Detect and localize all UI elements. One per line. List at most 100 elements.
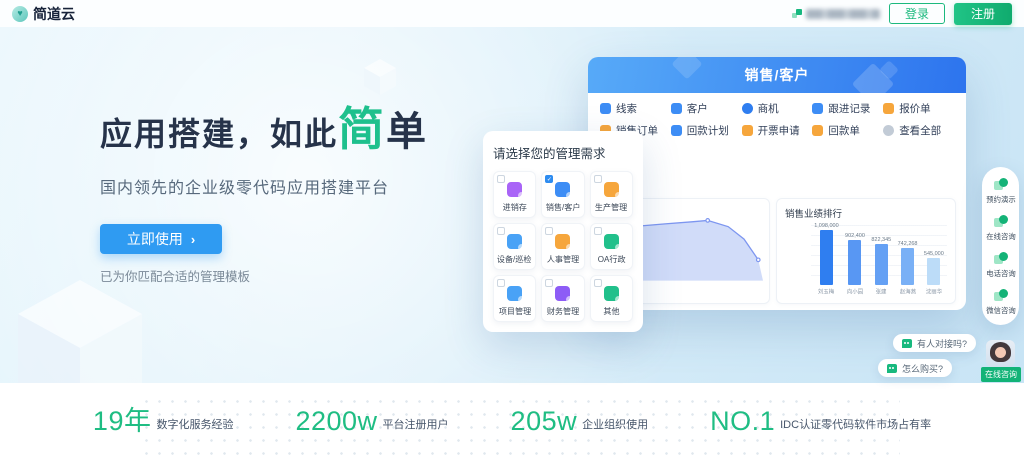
logo-text: 简道云 bbox=[33, 4, 75, 24]
chat-icon bbox=[902, 339, 912, 348]
bar-column: 742,268赵海燕 bbox=[898, 241, 918, 294]
cube-decoration bbox=[362, 57, 398, 97]
key-stat-number: 19年 bbox=[93, 407, 152, 435]
chat-bubble[interactable]: 有人对接吗? bbox=[893, 334, 976, 352]
need-tile[interactable]: 财务管理 bbox=[541, 275, 584, 322]
wechat-icon bbox=[994, 289, 1008, 302]
dashboard-menu-item[interactable]: 客户 bbox=[671, 101, 742, 116]
bar bbox=[820, 230, 833, 285]
bar-value-label: 545,000 bbox=[924, 251, 944, 257]
dashboard-menu-item[interactable]: 回款单 bbox=[812, 123, 883, 138]
hero-copy: 应用搭建，如此简单 国内领先的企业级零代码应用搭建平台 立即使用 › 已为你匹配… bbox=[100, 105, 428, 285]
tile-checkbox[interactable] bbox=[545, 279, 553, 287]
tile-checkbox[interactable] bbox=[545, 175, 553, 183]
bar-chart-card: 销售业绩排行 1,098,000刘玉梅902,400向小园822,345张建74… bbox=[776, 198, 956, 304]
need-tile[interactable]: 项目管理 bbox=[493, 275, 536, 322]
menu-item-label: 回款单 bbox=[828, 123, 860, 138]
tile-checkbox[interactable] bbox=[594, 227, 602, 235]
contact-item[interactable]: 微信咨询 bbox=[985, 289, 1017, 316]
bar-column: 1,098,000刘玉梅 bbox=[814, 223, 838, 294]
contact-item[interactable]: 电话咨询 bbox=[985, 252, 1017, 279]
tile-label: 生产管理 bbox=[595, 201, 627, 212]
key-stat-label: 数字化服务经验 bbox=[156, 416, 233, 435]
support-avatar[interactable] bbox=[986, 340, 1015, 367]
key-stat-label: 企业组织使用 bbox=[582, 416, 648, 435]
need-tile[interactable]: 设备/巡检 bbox=[493, 223, 536, 270]
bar-category-label: 赵海燕 bbox=[899, 287, 915, 293]
bar bbox=[901, 248, 914, 285]
contact-item-label: 预约演示 bbox=[986, 194, 1015, 204]
dashboard-menu-item[interactable]: 报价单 bbox=[883, 101, 954, 116]
tile-checkbox[interactable] bbox=[497, 175, 505, 183]
chat-bubble[interactable]: 怎么购买? bbox=[878, 359, 952, 377]
key-stat-number: 2200w bbox=[295, 407, 377, 435]
hero-subtitle: 国内领先的企业级零代码应用搭建平台 bbox=[100, 174, 428, 198]
phone-call-icon bbox=[994, 252, 1008, 265]
need-tile[interactable]: OA行政 bbox=[590, 223, 633, 270]
dashboard-charts: 销售业绩排行 1,098,000刘玉梅902,400向小园822,345张建74… bbox=[588, 198, 966, 304]
dashboard-menu-item[interactable]: 线索 bbox=[600, 101, 671, 116]
opportunity-icon bbox=[742, 103, 753, 114]
contact-item[interactable]: 在线咨询 bbox=[985, 215, 1017, 242]
hero-title-highlight: 简 bbox=[338, 103, 386, 155]
tile-label: 其他 bbox=[603, 305, 619, 316]
stats-row: 19年 数字化服务经验 2200w 平台注册用户 205w 企业组织使用 NO.… bbox=[0, 407, 1024, 435]
tile-label: 进销存 bbox=[503, 201, 527, 212]
menu-item-label: 跟进记录 bbox=[828, 101, 870, 116]
key-stat: 205w 企业组织使用 bbox=[511, 407, 649, 435]
menu-item-label: 回款计划 bbox=[687, 123, 729, 138]
need-tile[interactable]: 其他 bbox=[590, 275, 633, 322]
hero-note: 已为你匹配合适的管理模板 bbox=[100, 266, 428, 285]
followup-record-icon bbox=[812, 103, 823, 114]
bar-column: 822,345张建 bbox=[871, 237, 891, 294]
top-nav: ♥ 简道云 登录 注册 bbox=[0, 0, 1024, 27]
stat-card-label: 成单数 bbox=[751, 152, 804, 164]
dashboard-menu-item[interactable]: 跟进记录 bbox=[812, 101, 883, 116]
chat-bubble-text: 有人对接吗? bbox=[917, 337, 967, 350]
menu-item-label: 商机 bbox=[758, 101, 779, 116]
page: ♥ 简道云 登录 注册 应用搭建，如此简单 国内领先的企 bbox=[0, 0, 1024, 471]
login-button[interactable]: 登录 bbox=[889, 3, 945, 24]
nav-right: 登录 注册 bbox=[792, 3, 1012, 25]
tile-label: 财务管理 bbox=[547, 305, 579, 316]
tile-checkbox[interactable] bbox=[594, 279, 602, 287]
tile-checkbox[interactable] bbox=[497, 279, 505, 287]
tile-checkbox[interactable] bbox=[545, 227, 553, 235]
phone-number bbox=[792, 9, 880, 19]
bar-value-label: 1,098,000 bbox=[814, 223, 838, 229]
production-icon bbox=[604, 182, 619, 197]
tile-label: 销售/客户 bbox=[546, 201, 581, 212]
bar bbox=[875, 244, 888, 285]
stat-card-value: 4028392元 bbox=[896, 168, 949, 182]
need-tile[interactable]: 人事管理 bbox=[541, 223, 584, 270]
dashboard-menu-item[interactable]: 查看全部 bbox=[883, 123, 954, 138]
chat-icon bbox=[887, 364, 897, 373]
bar-chart-bars: 1,098,000刘玉梅 902,400向小园 822,345张建 742,268赵海… bbox=[811, 223, 947, 294]
finance-coin-icon bbox=[555, 286, 570, 301]
payment-plan-icon bbox=[671, 125, 682, 136]
demo-booking-icon bbox=[994, 178, 1008, 191]
bar-column: 902,400向小园 bbox=[845, 233, 865, 294]
tile-checkbox[interactable] bbox=[497, 227, 505, 235]
dashboard-menu-item[interactable]: 开票申请 bbox=[742, 123, 813, 138]
bar-value-label: 902,400 bbox=[845, 233, 865, 239]
need-tile[interactable]: 进销存 bbox=[493, 171, 536, 218]
dashboard-menu: 线索 客户 商机 跟进记录 报价单 销售订单 bbox=[588, 93, 966, 143]
customer-icon bbox=[671, 103, 682, 114]
tile-label: 设备/巡检 bbox=[497, 253, 532, 264]
register-button[interactable]: 注册 bbox=[954, 3, 1012, 25]
tile-label: OA行政 bbox=[597, 253, 625, 264]
stat-card: 商机数 1244个 bbox=[671, 146, 738, 190]
key-stat: NO.1 IDC认证零代码软件市场占有率 bbox=[710, 407, 931, 435]
cta-button[interactable]: 立即使用 › bbox=[100, 224, 222, 254]
dashboard-menu-item[interactable]: 商机 bbox=[742, 101, 813, 116]
hero-title: 应用搭建，如此简单 bbox=[100, 105, 428, 158]
logo[interactable]: ♥ 简道云 bbox=[12, 4, 75, 24]
need-tile[interactable]: 生产管理 bbox=[590, 171, 633, 218]
online-support-badge[interactable]: 在线咨询 bbox=[981, 367, 1021, 382]
tile-checkbox[interactable] bbox=[594, 175, 602, 183]
stat-card: 成单金额 4728392元 bbox=[816, 146, 883, 190]
contact-item[interactable]: 预约演示 bbox=[985, 178, 1017, 205]
dashboard-menu-item[interactable]: 回款计划 bbox=[671, 123, 742, 138]
need-tile[interactable]: 销售/客户 bbox=[541, 171, 584, 218]
